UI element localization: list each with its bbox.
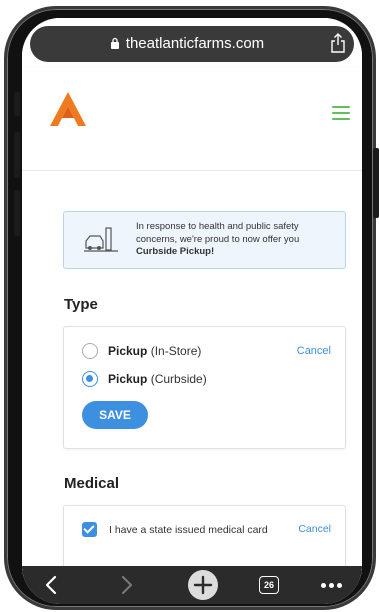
type-heading: Type xyxy=(64,296,98,313)
hamburger-icon[interactable] xyxy=(332,106,350,120)
option-rest: (In-Store) xyxy=(150,344,202,358)
new-tab-button[interactable] xyxy=(185,566,221,604)
notice-highlight: Curbside Pickup! xyxy=(136,246,215,257)
medical-card-checkbox[interactable] xyxy=(82,522,97,537)
type-card: Pickup (In-Store) Cancel Pickup (Curbsid… xyxy=(63,326,346,449)
phone-power-button xyxy=(373,148,379,218)
radio-in-store[interactable] xyxy=(82,343,98,359)
more-icon xyxy=(320,582,342,588)
medical-cancel-link[interactable]: Cancel xyxy=(298,523,331,535)
phone-volume-up xyxy=(14,132,20,178)
medical-heading: Medical xyxy=(64,475,120,492)
pickup-curbside-option[interactable]: Pickup (Curbside) xyxy=(82,371,207,387)
share-icon[interactable] xyxy=(330,33,346,53)
url-text: theatlanticfarms.com xyxy=(125,34,265,52)
curbside-notice: In response to health and public safety … xyxy=(63,211,346,269)
phone-screen: theatlanticfarms.com In response to heal… xyxy=(22,18,362,604)
save-button[interactable]: SAVE xyxy=(82,401,148,429)
lock-icon xyxy=(110,37,119,49)
option-bold: Pickup xyxy=(108,372,148,386)
more-button[interactable] xyxy=(314,566,348,604)
option-label: Pickup (Curbside) xyxy=(108,372,207,386)
back-button[interactable] xyxy=(36,566,66,604)
notice-message: In response to health and public safety … xyxy=(136,221,300,245)
phone-mute-switch xyxy=(14,92,20,116)
plus-icon xyxy=(188,570,218,600)
forward-button[interactable] xyxy=(112,566,142,604)
site-header xyxy=(22,68,362,143)
medical-card-option[interactable]: I have a state issued medical card xyxy=(82,522,268,537)
option-bold: Pickup xyxy=(108,344,148,358)
notice-text: In response to health and public safety … xyxy=(136,221,336,259)
curbside-truck-icon xyxy=(84,227,118,252)
page-content: In response to health and public safety … xyxy=(22,143,362,596)
tabs-button[interactable]: 26 xyxy=(254,566,284,604)
atlantic-farms-logo[interactable] xyxy=(48,90,88,128)
divider xyxy=(22,170,362,171)
url-display[interactable]: theatlanticfarms.com xyxy=(110,35,264,52)
chevron-left-icon xyxy=(45,575,57,595)
tabs-count: 26 xyxy=(259,576,279,594)
option-rest: (Curbside) xyxy=(150,372,207,386)
type-cancel-link[interactable]: Cancel xyxy=(297,345,331,357)
phone-volume-down xyxy=(14,190,20,236)
browser-url-bar: theatlanticfarms.com xyxy=(22,18,362,68)
browser-toolbar: 26 xyxy=(22,566,362,604)
pickup-in-store-option[interactable]: Pickup (In-Store) xyxy=(82,343,201,359)
radio-curbside[interactable] xyxy=(82,371,98,387)
chevron-right-icon xyxy=(121,575,133,595)
checkbox-label: I have a state issued medical card xyxy=(109,523,268,536)
option-label: Pickup (In-Store) xyxy=(108,344,201,358)
